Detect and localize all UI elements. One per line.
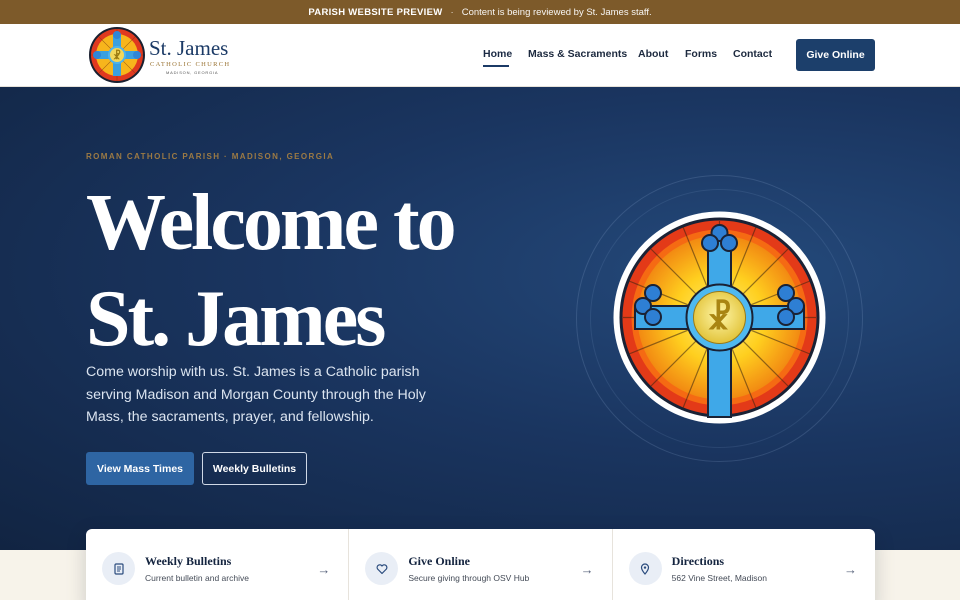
nav-active-indicator (483, 65, 509, 67)
nav-forms[interactable]: Forms (685, 48, 717, 60)
hero-intro: Come worship with us. St. James is a Cat… (86, 364, 426, 425)
svg-text:☧: ☧ (707, 299, 732, 336)
brand-subtitle: CATHOLIC CHURCH (150, 61, 231, 68)
brand-location: MADISON, GEORGIA (166, 70, 219, 75)
stained-glass-chi-rho-icon[interactable]: ☧ (88, 26, 146, 84)
heart-icon (365, 552, 399, 585)
nav-about[interactable]: About (638, 48, 668, 60)
quick-link-subtitle: Current bulletin and archive (145, 573, 249, 583)
site-header: ☧ St. James CATHOLIC CHURCH MADISON, GEO… (0, 24, 960, 87)
quick-link-subtitle: Secure giving through OSV Hub (408, 573, 530, 583)
hero-section: ROMAN CATHOLIC PARISH · MADISON, GEORGIA… (0, 87, 960, 550)
give-online-button[interactable]: Give Online (796, 39, 875, 71)
announcement-message: Content is being reviewed by St. James s… (461, 6, 652, 18)
arrow-right-icon: → (843, 562, 857, 577)
map-pin-icon (628, 552, 662, 585)
hero-eyebrow: ROMAN CATHOLIC PARISH · MADISON, GEORGIA (86, 152, 335, 161)
document-icon (102, 552, 135, 585)
quick-link-subtitle: 562 Vine Street, Madison (671, 573, 767, 583)
announcement-bar: PARISH WEBSITE PREVIEW · Content is bein… (0, 0, 960, 24)
svg-text:☧: ☧ (113, 49, 121, 62)
weekly-bulletins-button[interactable]: Weekly Bulletins (202, 452, 307, 485)
nav-contact[interactable]: Contact (733, 48, 772, 60)
hero-title: Welcome to St. James (86, 175, 536, 367)
quick-link-directions[interactable]: Directions 562 Vine Street, Madison → (613, 529, 875, 600)
quick-link-give-online[interactable]: Give Online Secure giving through OSV Hu… (349, 529, 613, 600)
nav-home[interactable]: Home (483, 48, 512, 60)
nav-mass-sacraments[interactable]: Mass & Sacraments (528, 48, 627, 60)
announcement-separator: · (450, 6, 454, 18)
quick-link-weekly-bulletins[interactable]: Weekly Bulletins Current bulletin and ar… (86, 529, 350, 600)
brand-name[interactable]: St. James (149, 38, 228, 59)
arrow-right-icon: → (580, 562, 594, 577)
hero-title-line-2: St. James (86, 275, 386, 363)
stained-glass-window-icon: ☧ (613, 211, 826, 424)
quick-link-title: Weekly Bulletins (145, 554, 232, 568)
quick-links-panel: Weekly Bulletins Current bulletin and ar… (86, 529, 875, 600)
hero-title-line-1: Welcome to (86, 179, 457, 267)
view-mass-times-button[interactable]: View Mass Times (86, 452, 194, 485)
quick-link-title: Give Online (408, 554, 470, 568)
arrow-right-icon: → (317, 562, 331, 577)
announcement-label: PARISH WEBSITE PREVIEW (308, 6, 443, 18)
quick-link-title: Directions (671, 554, 725, 568)
